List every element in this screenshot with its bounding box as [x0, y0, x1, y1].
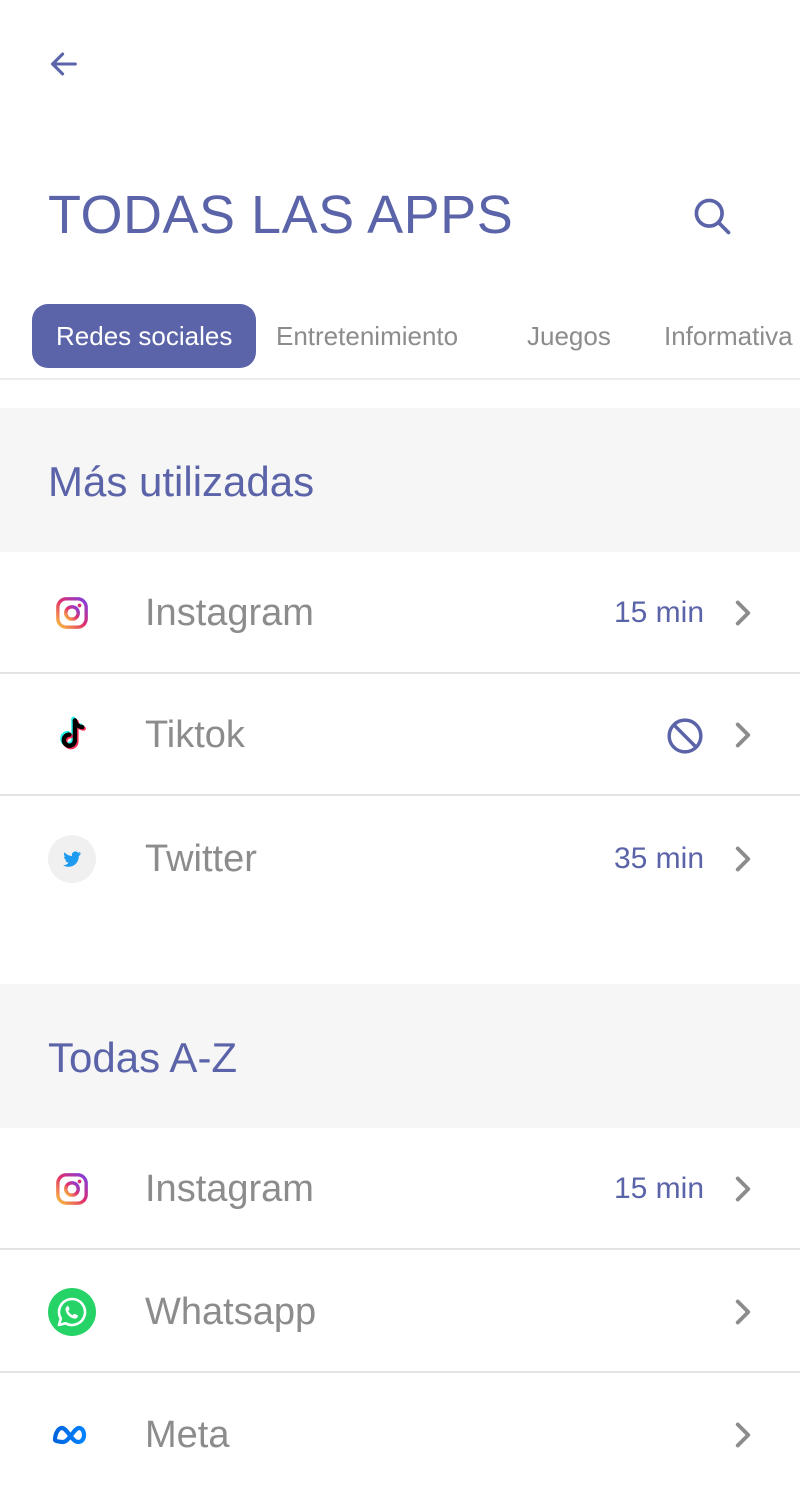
section-title: Más utilizadas: [48, 458, 315, 505]
app-row-twitter[interactable]: Twitter 35 min: [0, 798, 800, 920]
twitter-icon: [48, 835, 96, 883]
tab-juegos[interactable]: Juegos: [527, 304, 611, 368]
row-divider: [0, 1371, 800, 1373]
app-row-meta[interactable]: Meta: [0, 1374, 800, 1496]
app-row-instagram[interactable]: Instagram 15 min: [0, 552, 800, 674]
app-row-tiktok[interactable]: Tiktok: [0, 674, 800, 796]
section-header-most-used: Más utilizadas: [0, 408, 800, 552]
usage-time: 15 min: [613, 1172, 704, 1205]
search-icon: [694, 198, 731, 235]
chevron-right-icon: [735, 1176, 751, 1202]
section-title: Todas A-Z: [48, 1034, 238, 1081]
usage-time: 15 min: [613, 596, 704, 629]
app-name: Instagram: [145, 1168, 314, 1210]
meta-icon: [48, 1411, 96, 1459]
instagram-icon: [48, 589, 96, 637]
blocked-icon: [667, 718, 703, 754]
tab-informativa[interactable]: Informativa: [664, 304, 793, 368]
app-row-whatsapp[interactable]: Whatsapp: [0, 1251, 800, 1373]
instagram-icon: [48, 1165, 96, 1213]
usage-time: 35 min: [613, 842, 704, 875]
app-name: Twitter: [145, 838, 257, 880]
tab-redes-sociales[interactable]: Redes sociales: [32, 304, 257, 368]
tabs-divider: [0, 378, 800, 380]
tiktok-icon: [48, 711, 96, 759]
page-title: TODAS LAS APPS: [48, 185, 514, 245]
search-button[interactable]: [686, 190, 738, 242]
app-name: Instagram: [145, 592, 314, 634]
row-divider: [0, 1248, 800, 1250]
category-tabs: Redes sociales Entretenimiento Juegos In…: [0, 304, 800, 368]
chevron-right-icon: [735, 846, 751, 872]
app-name: Meta: [145, 1414, 230, 1456]
chevron-right-icon: [735, 1299, 751, 1325]
section-header-all-az: Todas A-Z: [0, 984, 800, 1128]
row-divider: [0, 794, 800, 796]
app-name: Whatsapp: [145, 1291, 317, 1333]
chevron-right-icon: [735, 600, 751, 626]
chevron-right-icon: [735, 1422, 751, 1448]
whatsapp-icon: [48, 1288, 96, 1336]
app-name: Tiktok: [145, 714, 245, 756]
back-button[interactable]: [40, 40, 88, 88]
tab-entretenimiento[interactable]: Entretenimiento: [276, 304, 458, 368]
chevron-right-icon: [735, 722, 751, 748]
app-row-instagram[interactable]: Instagram 15 min: [0, 1128, 800, 1250]
arrow-left-icon: [51, 52, 77, 76]
